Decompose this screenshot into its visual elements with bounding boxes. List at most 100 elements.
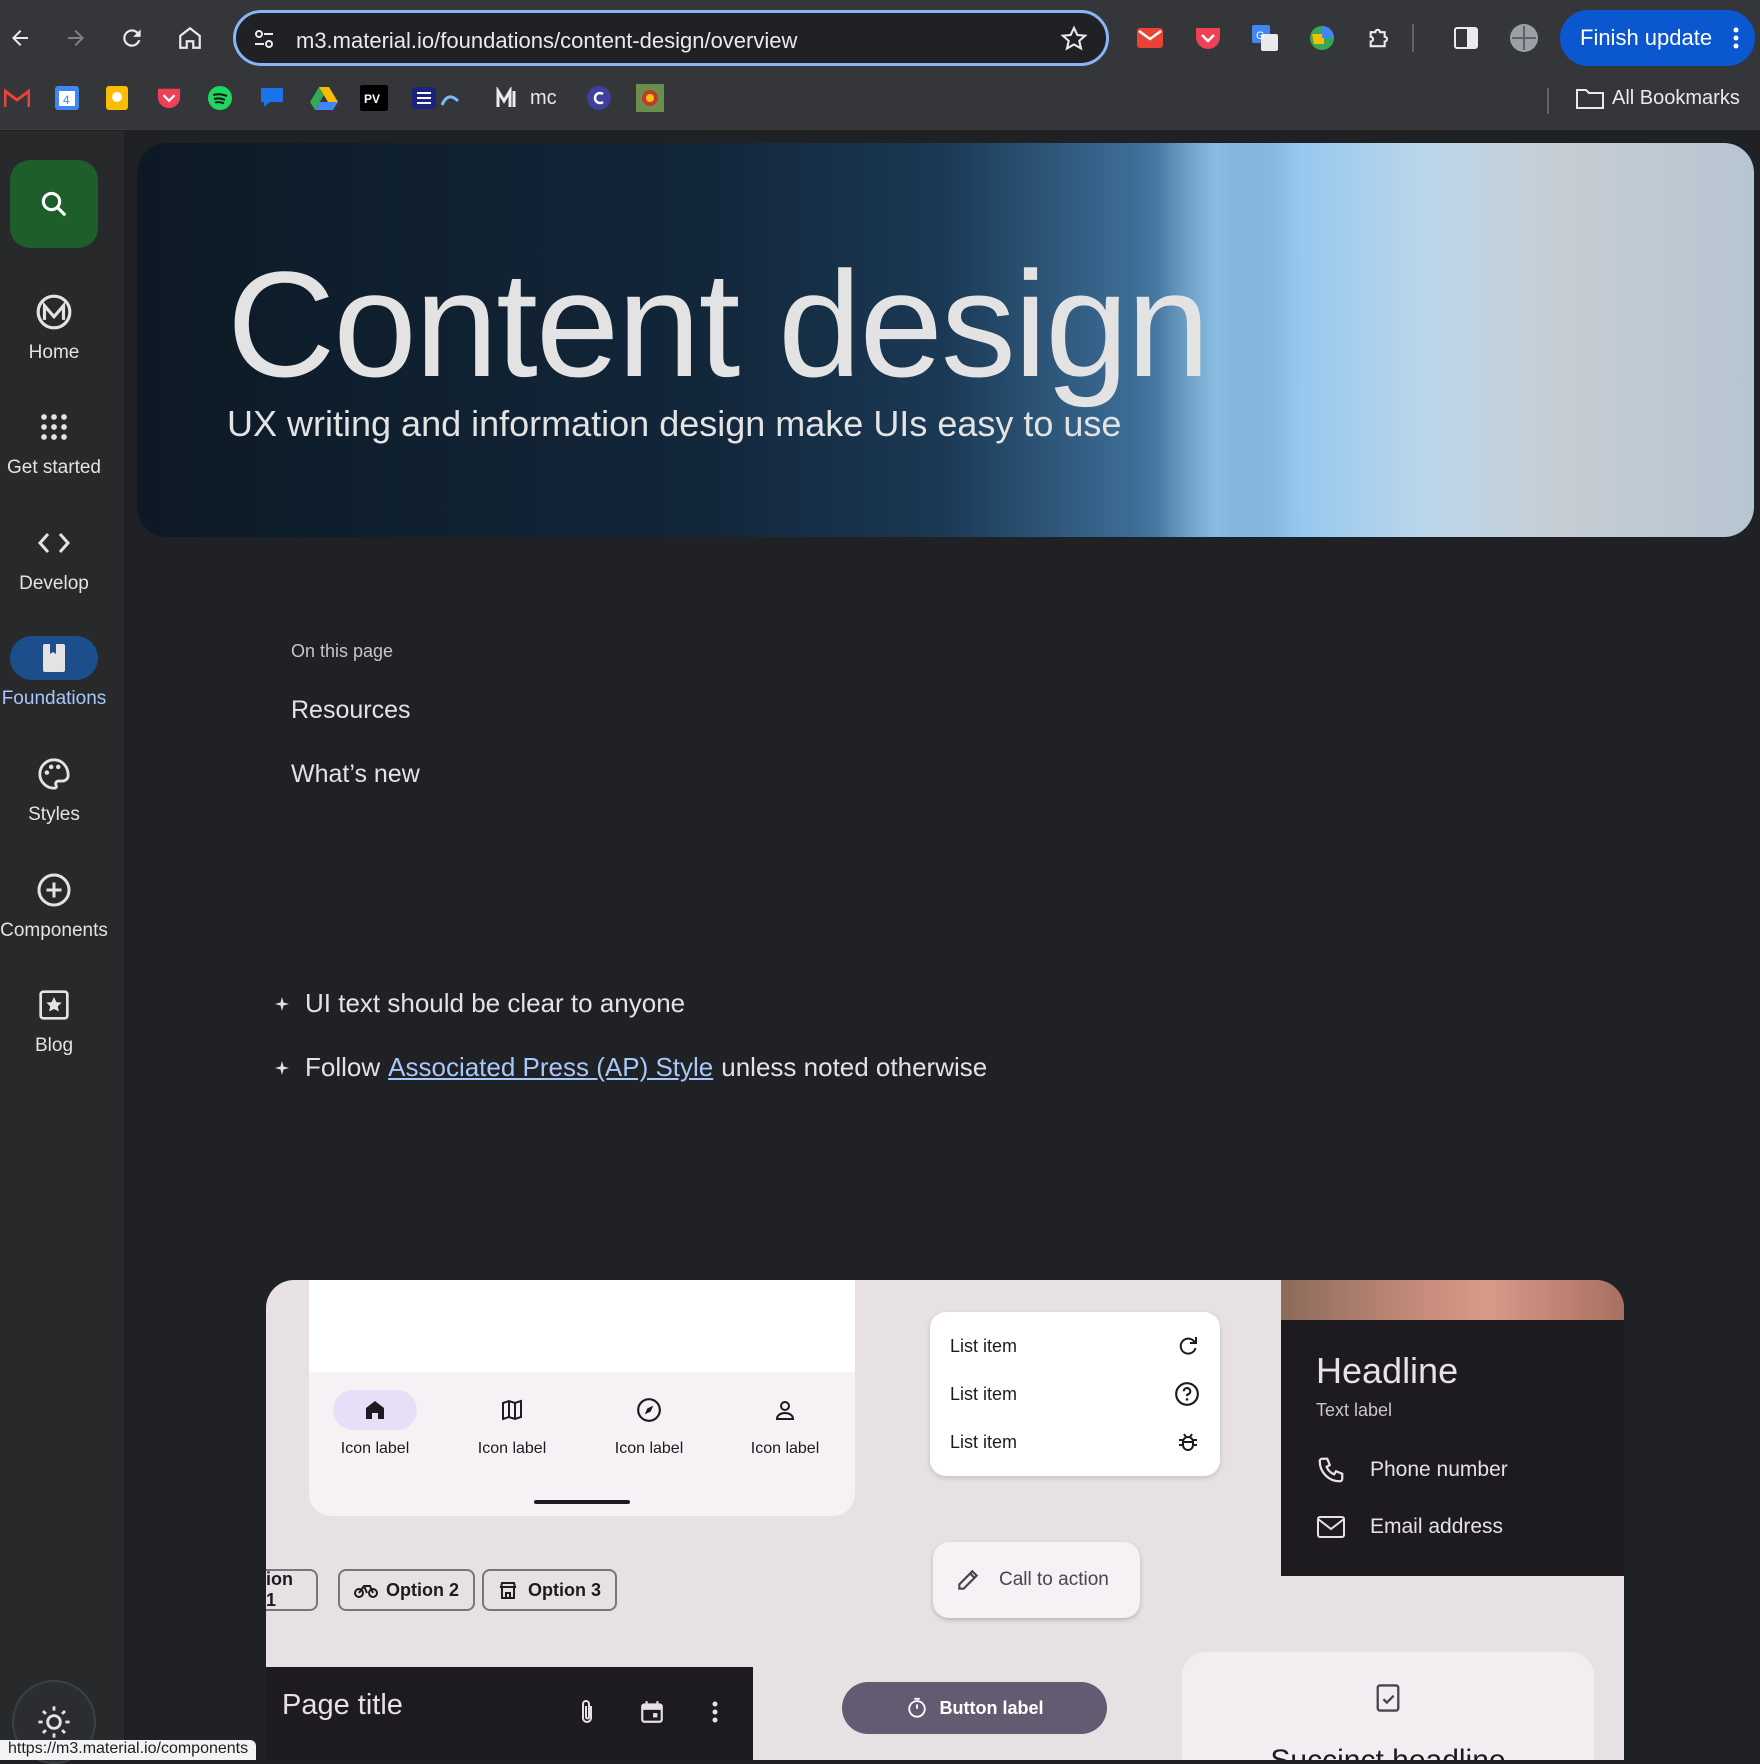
rail-item-foundations[interactable]: Foundations	[0, 636, 108, 710]
stack-icon	[412, 87, 460, 109]
list-item-label: List item	[950, 1335, 1018, 1356]
avatar-icon	[1510, 24, 1538, 52]
nav-bar-label: Icon label	[340, 1440, 410, 1457]
bookmark-mc[interactable]: mc	[496, 84, 557, 112]
bullet-text-prefix: Follow	[305, 1052, 381, 1082]
hero-subtitle: UX writing and information design make U…	[227, 403, 1122, 444]
reload-button[interactable]	[114, 20, 150, 56]
all-bookmarks-button[interactable]: All Bookmarks	[1576, 84, 1740, 112]
pocket-extension[interactable]	[1192, 22, 1224, 54]
bookmark-photo[interactable]	[636, 84, 664, 112]
filled-tonal-button[interactable]: Button label	[842, 1682, 1107, 1734]
button-label: Button label	[939, 1697, 1044, 1718]
bookmark-c[interactable]	[586, 84, 612, 112]
attach-button[interactable]	[572, 1697, 602, 1727]
nav-bar-item[interactable]: Icon label	[447, 1390, 577, 1458]
bookmark-calendar[interactable]: 4	[54, 84, 80, 112]
palette-icon	[38, 758, 70, 790]
search-fab[interactable]	[10, 160, 98, 248]
svg-text:4: 4	[63, 93, 70, 107]
list-item[interactable]: List item	[950, 1374, 1200, 1414]
bookmark-keep[interactable]	[104, 84, 130, 112]
list-item-label: List item	[950, 1383, 1018, 1404]
home-button[interactable]	[172, 20, 208, 56]
person-icon	[775, 1401, 795, 1420]
bullet-item: Follow Associated Press (AP) Style unles…	[275, 1052, 987, 1083]
rail-item-label: Components	[0, 920, 108, 941]
rail-item-blog[interactable]: Blog	[0, 983, 108, 1057]
bookmark-pocket[interactable]	[156, 84, 182, 112]
call-to-action-label: Call to action	[999, 1569, 1109, 1590]
bullet-text: UI text should be clear to anyone	[305, 988, 686, 1018]
sparkle-icon	[275, 996, 289, 1011]
bookmark-pv[interactable]: PV	[360, 84, 388, 112]
toc-link-resources[interactable]: Resources	[291, 696, 411, 725]
folder-icon	[1576, 89, 1604, 109]
earth-extension[interactable]	[1306, 22, 1338, 54]
toc-link-whats-new[interactable]: What’s new	[291, 760, 420, 789]
url-text: m3.material.io/foundations/content-desig…	[296, 28, 798, 53]
overflow-menu-button[interactable]	[700, 1697, 730, 1727]
calendar-icon: 4	[55, 86, 79, 110]
chip-label: Option 2	[386, 1579, 459, 1600]
filter-chip[interactable]: Option 2	[338, 1569, 475, 1611]
reload-icon	[123, 29, 141, 47]
puzzle-icon	[1369, 28, 1389, 48]
filter-chip[interactable]: ion 1	[266, 1569, 318, 1611]
profile-avatar[interactable]	[1508, 22, 1540, 54]
site-settings-icon	[255, 30, 273, 48]
bookmark-drive[interactable]	[310, 84, 338, 112]
bookmark-chat[interactable]	[258, 84, 286, 112]
rail-item-get-started[interactable]: Get started	[0, 405, 108, 479]
bookmark-stack[interactable]	[412, 84, 462, 112]
translate-extension[interactable]: G	[1249, 22, 1281, 54]
translate-icon: G	[1252, 25, 1278, 51]
add-circle-icon	[37, 873, 71, 907]
rail-item-label: Foundations	[1, 688, 107, 709]
address-bar[interactable]: m3.material.io/foundations/content-desig…	[233, 10, 1109, 66]
bullet-item: UI text should be clear to anyone	[275, 988, 685, 1019]
filter-chip[interactable]: Option 3	[482, 1569, 617, 1611]
list-item[interactable]: List item	[950, 1326, 1200, 1366]
bookmark-spotify[interactable]	[207, 84, 233, 112]
rail-item-home[interactable]: Home	[0, 290, 108, 364]
rail-item-label: Develop	[19, 573, 89, 594]
list-item[interactable]: List item	[950, 1422, 1200, 1462]
finish-update-label: Finish update	[1580, 25, 1713, 50]
nav-bar-item[interactable]: Icon label	[310, 1390, 440, 1458]
c-logo-icon	[587, 86, 611, 110]
pencil-icon	[958, 1569, 979, 1590]
nav-bar-item[interactable]: Icon label	[720, 1390, 850, 1458]
extensions-button[interactable]	[1364, 22, 1396, 54]
chat-bubble-icon	[261, 88, 283, 107]
toc-heading: On this page	[291, 641, 394, 661]
rail-item-components[interactable]: Components	[0, 868, 108, 942]
bookmark-gmail[interactable]	[4, 84, 30, 112]
side-panel-button[interactable]	[1450, 22, 1482, 54]
svg-text:PV: PV	[364, 92, 380, 106]
rail-item-styles[interactable]: Styles	[0, 752, 108, 826]
contact-phone-row[interactable]: Phone number	[1316, 1455, 1508, 1485]
task-icon	[1376, 1684, 1400, 1712]
contact-email-row[interactable]: Email address	[1316, 1515, 1503, 1539]
home-icon	[179, 26, 201, 49]
ap-style-link[interactable]: Associated Press (AP) Style	[388, 1052, 713, 1083]
calendar-button[interactable]	[637, 1697, 667, 1727]
earth-icon	[1310, 26, 1334, 50]
refresh-icon	[1179, 1337, 1197, 1355]
back-button[interactable]	[2, 20, 38, 56]
paperclip-icon	[582, 1700, 592, 1723]
forward-button[interactable]	[58, 20, 94, 56]
call-to-action-button[interactable]: Call to action	[933, 1542, 1140, 1618]
nav-bar-item[interactable]: Icon label	[584, 1390, 714, 1458]
finish-update-button[interactable]: Finish update	[1560, 10, 1755, 66]
rail-item-label: Home	[28, 342, 80, 363]
gmail-extension[interactable]	[1134, 22, 1166, 54]
bookmarks-divider	[1547, 88, 1549, 114]
side-panel-icon	[1454, 27, 1478, 49]
top-app-bar-sample: Page title	[266, 1667, 753, 1760]
drive-icon	[310, 87, 338, 110]
rail-item-develop[interactable]: Develop	[0, 521, 108, 595]
toolbar-divider	[1412, 24, 1414, 52]
bullet-text-suffix: unless noted otherwise	[721, 1052, 988, 1082]
